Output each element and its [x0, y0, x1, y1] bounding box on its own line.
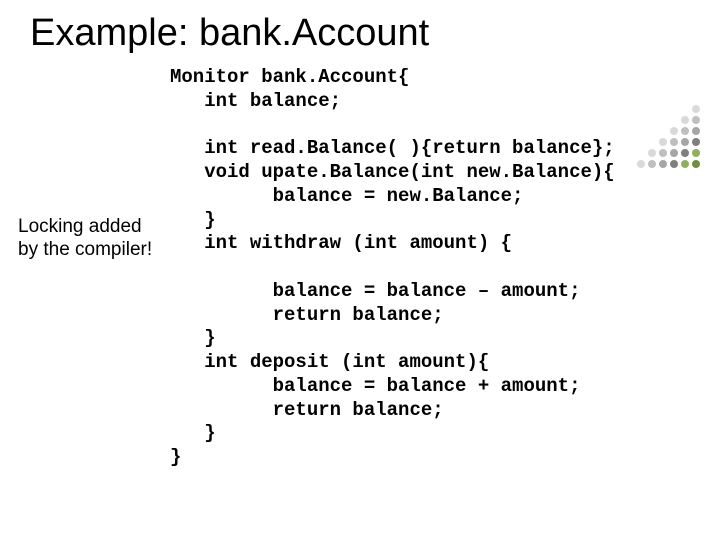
slide-title: Example: bank.Account — [0, 0, 720, 55]
annotation-line-2: by the compiler! — [18, 239, 152, 260]
decorative-dots-icon — [626, 94, 700, 168]
annotation: Locking added by the compiler! — [18, 216, 152, 262]
annotation-line-1: Locking added — [18, 216, 142, 237]
code-block: Monitor bank.Account{ int balance; int r… — [170, 66, 615, 470]
